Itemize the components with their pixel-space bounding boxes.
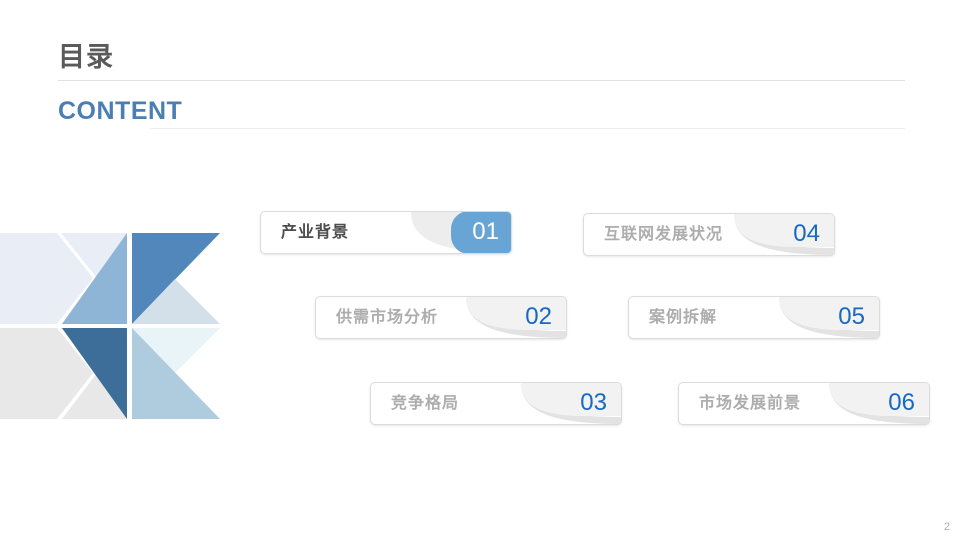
content-item-number: 03 [580, 389, 607, 416]
content-item-number: 02 [525, 303, 552, 330]
pinwheel-triangles-graphic [0, 231, 221, 423]
content-item-number: 05 [838, 303, 865, 330]
content-item-label: 市场发展前景 [699, 395, 802, 412]
page-title: 目录 [58, 42, 114, 72]
content-item-label: 互联网发展状况 [604, 226, 724, 243]
content-item-label: 产业背景 [281, 224, 350, 241]
page-number: 2 [943, 521, 950, 533]
content-item-04[interactable]: 互联网发展状况 04 [583, 213, 835, 256]
content-item-02[interactable]: 供需市场分析 02 [315, 296, 567, 339]
content-item-01[interactable]: 产业背景 01 [260, 211, 512, 254]
content-item-number: 04 [793, 220, 820, 247]
subtitle-divider [150, 128, 905, 129]
content-item-number: 01 [472, 218, 499, 245]
title-divider [58, 80, 905, 81]
content-item-label: 供需市场分析 [336, 309, 439, 326]
content-item-06[interactable]: 市场发展前景 06 [678, 382, 930, 425]
content-item-label: 竞争格局 [391, 395, 460, 412]
content-item-label: 案例拆解 [649, 309, 718, 326]
content-item-number: 06 [888, 389, 915, 416]
content-item-05[interactable]: 案例拆解 05 [628, 296, 880, 339]
page-subtitle: CONTENT [58, 97, 183, 125]
content-item-03[interactable]: 竞争格局 03 [370, 382, 622, 425]
